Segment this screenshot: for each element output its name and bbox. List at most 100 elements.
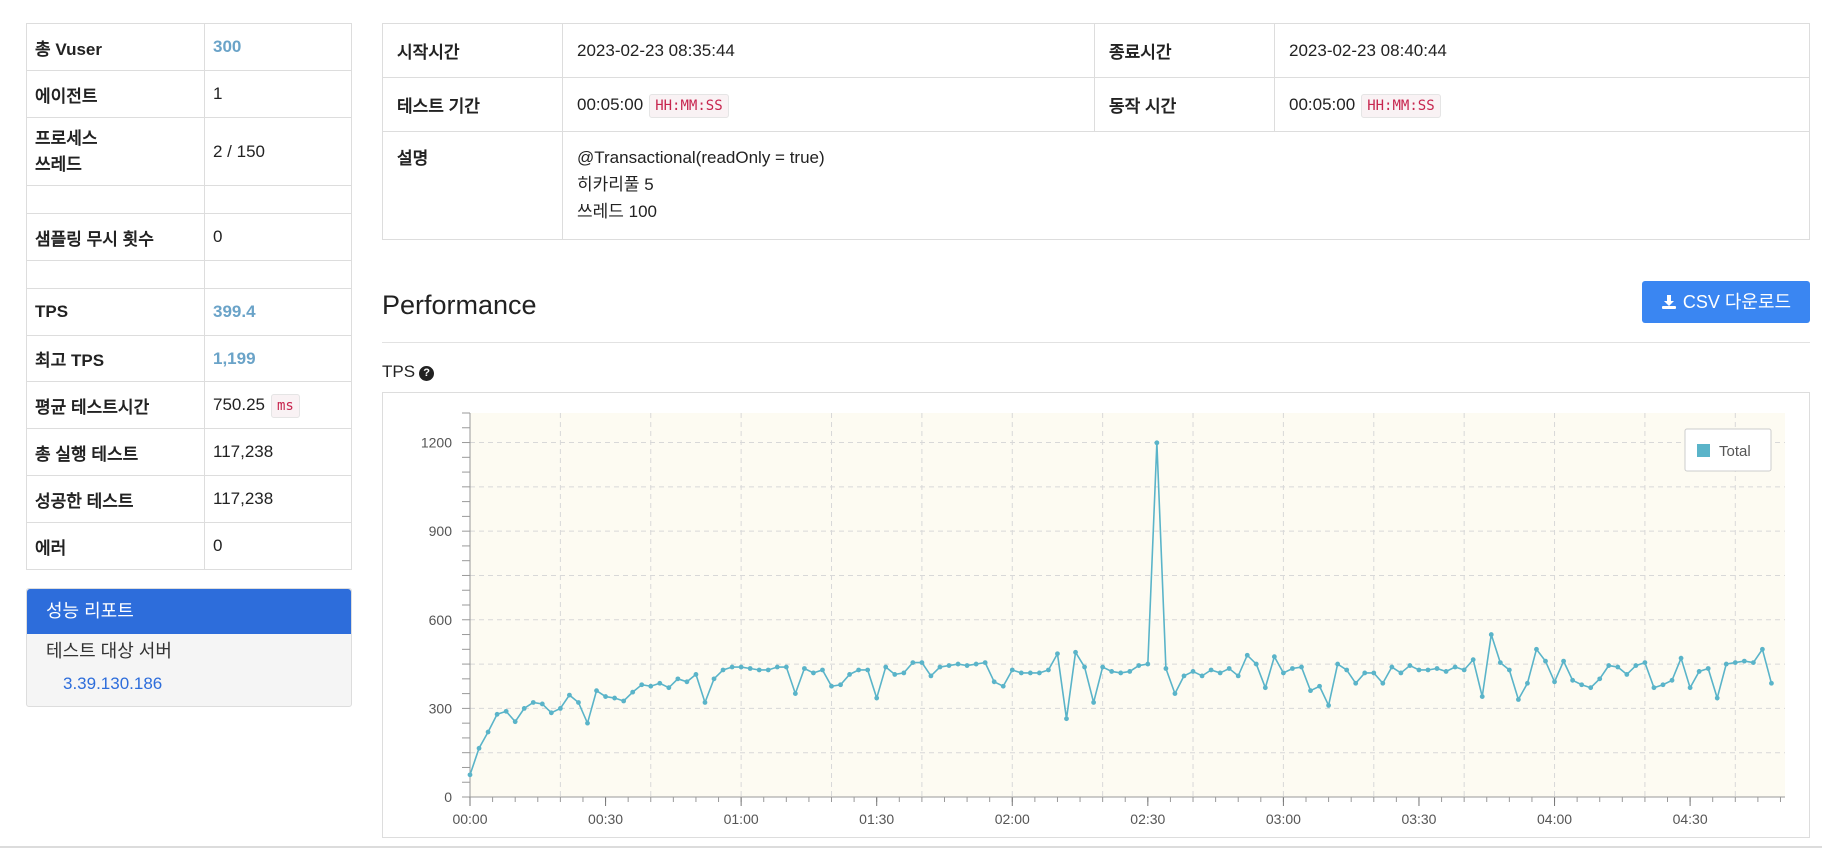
tps-data-point bbox=[1470, 657, 1476, 663]
tps-data-point bbox=[467, 772, 473, 778]
tps-data-point bbox=[639, 682, 645, 688]
tps-data-point bbox=[937, 664, 943, 670]
tps-data-point bbox=[1271, 654, 1277, 660]
total-vuser-value: 300 bbox=[204, 23, 352, 71]
tps-data-point bbox=[494, 711, 500, 717]
x-tick-label: 01:00 bbox=[724, 811, 759, 827]
summary-label: 샘플링 무시 횟수 bbox=[26, 213, 205, 261]
x-tick-label: 04:30 bbox=[1673, 811, 1708, 827]
summary-table: 총 Vuser 300 에이전트 1 프로세스 쓰레드 2 / 150 샘플링 … bbox=[26, 23, 352, 570]
end-time-value: 2023-02-23 08:40:44 bbox=[1274, 23, 1810, 78]
tps-data-point bbox=[476, 745, 482, 751]
tps-data-point bbox=[1299, 664, 1304, 670]
tps-data-point bbox=[1036, 670, 1042, 676]
summary-label: 성공한 테스트 bbox=[26, 475, 205, 523]
tps-data-point bbox=[1109, 669, 1115, 674]
info-row: 설명 @Transactional(readOnly = true) 히카리풀 … bbox=[382, 131, 1810, 240]
tps-data-point bbox=[1055, 651, 1060, 657]
thread-label: 쓰레드 bbox=[35, 154, 82, 174]
tps-data-point bbox=[1561, 658, 1566, 664]
tps-data-point bbox=[756, 667, 762, 673]
tps-data-point bbox=[1669, 677, 1675, 683]
tps-data-point bbox=[1588, 685, 1594, 691]
tps-data-point bbox=[765, 667, 771, 673]
tps-data-point bbox=[801, 666, 807, 671]
tps-data-point bbox=[865, 667, 871, 673]
tps-data-point bbox=[1615, 664, 1621, 670]
summary-label: 에러 bbox=[26, 522, 205, 570]
tps-data-point bbox=[955, 661, 961, 667]
tps-data-point bbox=[1000, 683, 1006, 689]
plot-area bbox=[470, 413, 1785, 797]
question-circle-icon[interactable]: ? bbox=[419, 366, 435, 381]
tps-data-point bbox=[1172, 691, 1178, 697]
description-line: @Transactional(readOnly = true) bbox=[577, 148, 825, 167]
tps-data-point bbox=[1073, 649, 1078, 655]
target-server-link[interactable]: 3.39.130.186 bbox=[27, 668, 351, 706]
divider bbox=[382, 342, 1810, 343]
tps-data-point bbox=[964, 663, 970, 668]
y-tick-label: 600 bbox=[429, 612, 453, 628]
tps-data-point bbox=[557, 705, 563, 711]
tps-data-point bbox=[1534, 646, 1539, 652]
test-duration-cell: 00:05:00 HH:MM:SS bbox=[562, 77, 1095, 132]
tps-data-point bbox=[792, 691, 798, 697]
tps-chart-label: TPS bbox=[382, 362, 416, 381]
tps-data-point bbox=[901, 670, 907, 676]
tps-data-point bbox=[1714, 695, 1720, 701]
tps-data-point bbox=[1678, 655, 1684, 661]
tps-data-point bbox=[1750, 660, 1756, 665]
tps-data-point bbox=[1452, 664, 1458, 670]
x-tick-label: 01:30 bbox=[859, 811, 894, 827]
tps-data-point bbox=[991, 679, 997, 685]
tps-data-point bbox=[1371, 670, 1377, 676]
x-tick-label: 02:00 bbox=[995, 811, 1030, 827]
tps-data-point bbox=[1525, 680, 1530, 686]
unit-badge: ms bbox=[271, 394, 300, 418]
tps-data-point bbox=[838, 682, 843, 688]
test-duration-value: 00:05:00 bbox=[577, 94, 644, 114]
tps-data-point bbox=[711, 676, 717, 682]
summary-label: 프로세스 쓰레드 bbox=[26, 117, 205, 186]
tps-data-point bbox=[1398, 670, 1404, 676]
mean-test-time-number: 750.25 bbox=[213, 395, 265, 414]
summary-label: 에이전트 bbox=[26, 70, 205, 118]
tps-data-point bbox=[530, 700, 536, 705]
end-time-label: 종료시간 bbox=[1094, 23, 1275, 78]
summary-row: TPS 399.4 bbox=[26, 288, 352, 336]
tps-data-point bbox=[820, 667, 825, 673]
tps-value: 399.4 bbox=[204, 288, 352, 336]
tps-data-point bbox=[874, 695, 880, 701]
tps-data-point bbox=[539, 701, 545, 707]
tps-data-point bbox=[973, 661, 979, 667]
tps-data-point bbox=[576, 700, 581, 705]
tps-data-point bbox=[847, 672, 852, 677]
start-time-label: 시작시간 bbox=[382, 23, 563, 78]
tps-data-point bbox=[1018, 670, 1024, 676]
tps-data-point bbox=[1488, 632, 1494, 637]
tps-data-point bbox=[1281, 670, 1286, 676]
tps-data-point bbox=[829, 683, 834, 689]
x-tick-label: 03:30 bbox=[1401, 811, 1436, 827]
y-tick-label: 900 bbox=[429, 523, 453, 539]
tps-data-point bbox=[657, 680, 663, 686]
tps-data-point bbox=[612, 695, 618, 701]
tps-data-point bbox=[594, 688, 599, 694]
tps-data-point bbox=[1760, 646, 1765, 652]
tps-data-point bbox=[1100, 664, 1106, 670]
tps-data-point bbox=[512, 719, 518, 725]
run-time-label: 동작 시간 bbox=[1094, 77, 1275, 132]
tps-data-point bbox=[1606, 663, 1612, 668]
tps-data-point bbox=[774, 664, 780, 670]
tps-data-point bbox=[1389, 664, 1395, 670]
csv-download-label: CSV 다운로드 bbox=[1682, 292, 1792, 312]
tps-data-point bbox=[1696, 669, 1702, 674]
tps-data-point bbox=[1687, 685, 1693, 691]
csv-download-button[interactable]: CSV 다운로드 bbox=[1642, 281, 1810, 323]
tps-data-point bbox=[1506, 667, 1512, 673]
performance-report-item[interactable]: 성능 리포트 bbox=[27, 589, 351, 634]
tps-data-point bbox=[1732, 660, 1738, 665]
tps-data-point bbox=[1723, 661, 1729, 667]
tps-data-point bbox=[1335, 661, 1341, 667]
performance-heading: Performance bbox=[382, 290, 537, 320]
